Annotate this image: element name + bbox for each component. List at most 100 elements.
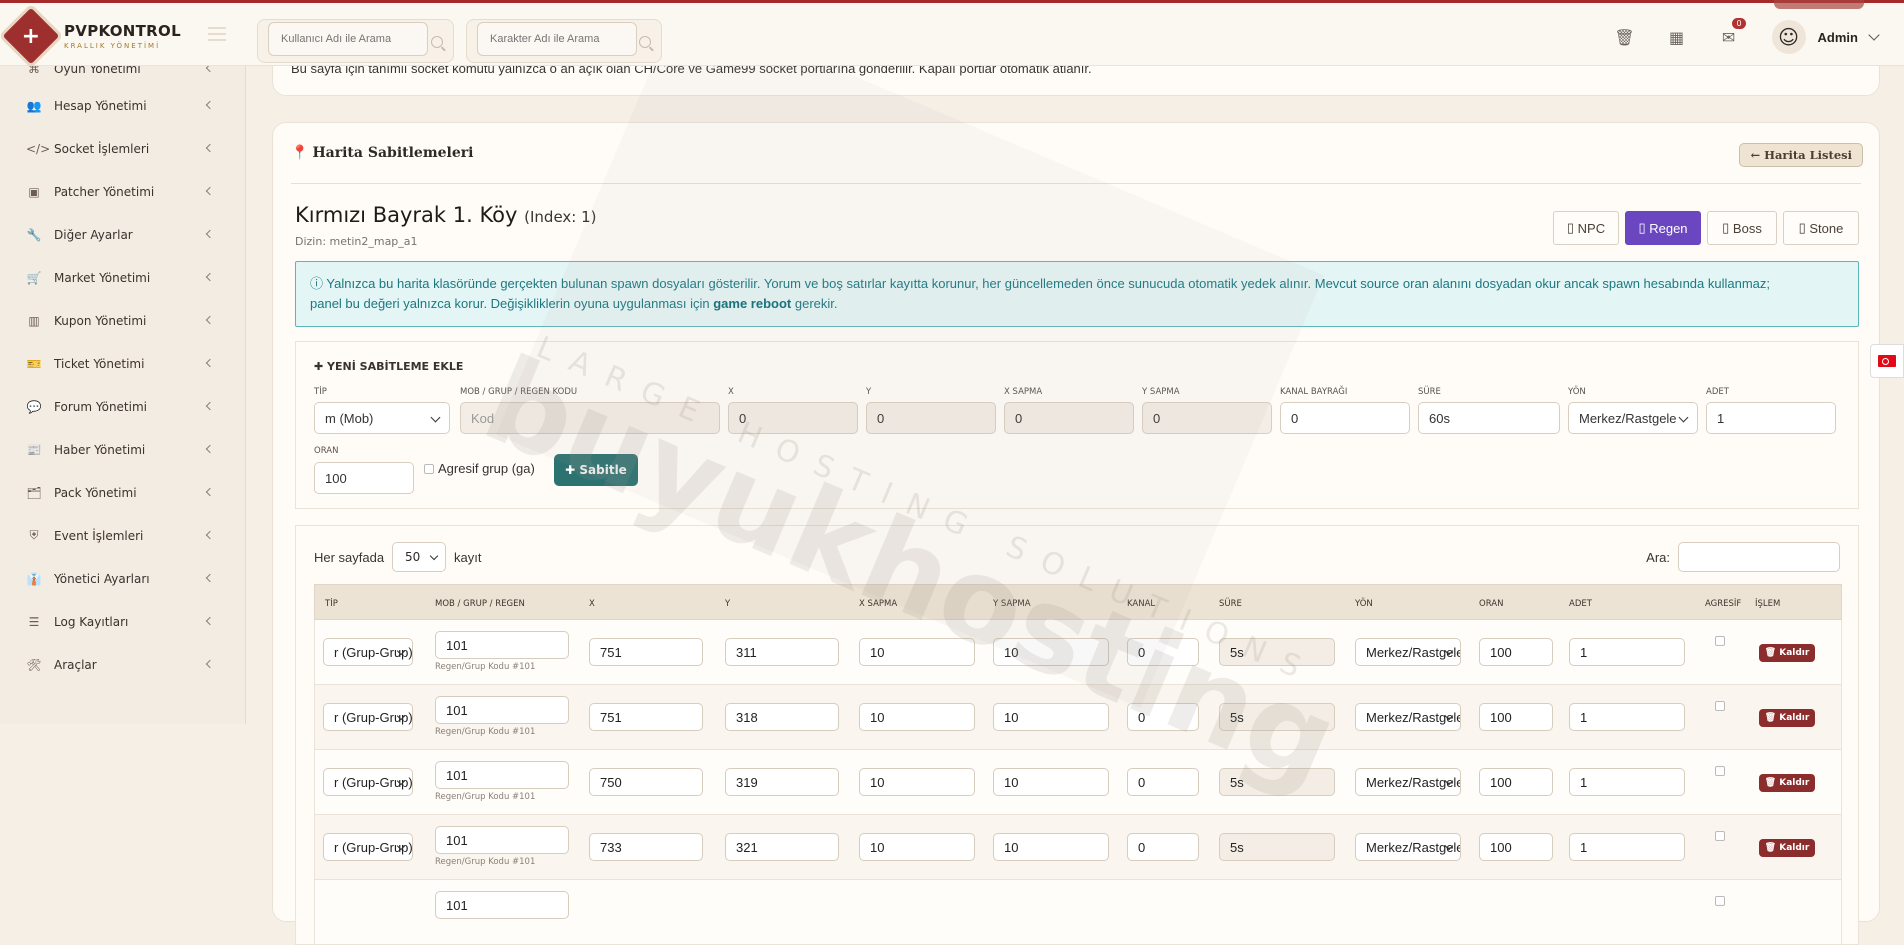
remove-button[interactable]: 🗑 Kaldır [1759, 774, 1815, 792]
tab-stone[interactable]: ▯ Stone [1783, 211, 1859, 245]
row-y-input[interactable]: 318 [725, 703, 839, 731]
language-flag-icon[interactable] [1870, 344, 1904, 378]
row-direction-select[interactable]: Merkez/Rastgele [1355, 833, 1461, 861]
row-code-input[interactable]: 101 [435, 631, 569, 659]
row-aggressive-checkbox[interactable] [1715, 896, 1725, 906]
row-x-input[interactable]: 751 [589, 703, 703, 731]
row-rate-input[interactable]: 100 [1479, 703, 1553, 731]
row-xdev-input[interactable]: 10 [859, 703, 975, 731]
mail-icon[interactable]: ✉ 0 [1710, 18, 1748, 56]
col-xdev[interactable]: X SAPMA [859, 599, 897, 609]
row-code-input[interactable]: 101 [435, 891, 569, 919]
row-channel-input[interactable]: 0 [1127, 638, 1199, 666]
calendar-icon[interactable]: ▦ [1658, 18, 1696, 56]
aggressive-checkbox[interactable] [424, 464, 434, 474]
row-count-input[interactable]: 1 [1569, 768, 1685, 796]
direction-select[interactable]: Merkez/Rastgele [1568, 402, 1698, 434]
type-select[interactable]: m (Mob) [314, 402, 450, 434]
y-deviation-input[interactable]: 0 [1142, 402, 1272, 434]
row-time-input[interactable]: 5s [1219, 638, 1335, 666]
sidebar-item[interactable]: 🛠 Araçlar [0, 643, 245, 686]
per-page-select[interactable]: 50 [392, 542, 446, 572]
row-channel-input[interactable]: 0 [1127, 703, 1199, 731]
sidebar-item[interactable]: 💬 Forum Yönetimi [0, 385, 245, 428]
row-x-input[interactable]: 751 [589, 638, 703, 666]
row-direction-select[interactable]: Merkez/Rastgele [1355, 703, 1461, 731]
x-input[interactable]: 0 [728, 402, 858, 434]
row-x-input[interactable]: 750 [589, 768, 703, 796]
remove-button[interactable]: 🗑 Kaldır [1759, 709, 1815, 727]
row-ydev-input[interactable]: 10 [993, 703, 1109, 731]
trash-icon[interactable]: 🗑 [1606, 18, 1644, 56]
col-code[interactable]: MOB / GRUP / REGEN [435, 599, 525, 609]
channel-input[interactable]: 0 [1280, 402, 1410, 434]
remove-button[interactable]: 🗑 Kaldır [1759, 644, 1815, 662]
row-rate-input[interactable]: 100 [1479, 638, 1553, 666]
sidebar-item[interactable]: 👔 Yönetici Ayarları [0, 557, 245, 600]
sidebar-item[interactable]: 🎫 Ticket Yönetimi [0, 342, 245, 385]
col-rate[interactable]: ORAN [1479, 599, 1503, 609]
sidebar-item[interactable]: 📰 Haber Yönetimi [0, 428, 245, 471]
search-icon[interactable] [639, 36, 651, 48]
sidebar-item[interactable]: ☰ Log Kayıtları [0, 600, 245, 643]
col-action[interactable]: İŞLEM [1755, 599, 1780, 609]
row-time-input[interactable]: 5s [1219, 703, 1335, 731]
row-aggressive-checkbox[interactable] [1715, 636, 1725, 646]
row-count-input[interactable]: 1 [1569, 638, 1685, 666]
row-type-select[interactable]: r (Grup-Grup) [323, 703, 413, 731]
fix-button[interactable]: ✚ Sabitle [554, 454, 638, 486]
col-ydev[interactable]: Y SAPMA [993, 599, 1031, 609]
avatar[interactable]: ☺ [1771, 20, 1806, 54]
row-count-input[interactable]: 1 [1569, 833, 1685, 861]
row-channel-input[interactable]: 0 [1127, 833, 1199, 861]
row-time-input[interactable]: 5s [1219, 833, 1335, 861]
tab-regen[interactable]: ▯ Regen [1625, 211, 1701, 245]
time-input[interactable]: 60s [1418, 402, 1560, 434]
brand[interactable]: + PVPKONTROL KRALLIK YÖNETİMİ [0, 3, 181, 69]
row-code-input[interactable]: 101 [435, 761, 569, 789]
menu-toggle-icon[interactable] [208, 27, 226, 41]
chevron-down-icon[interactable] [1868, 29, 1880, 41]
row-aggressive-checkbox[interactable] [1715, 831, 1725, 841]
col-count[interactable]: ADET [1569, 599, 1592, 609]
row-code-input[interactable]: 101 [435, 826, 569, 854]
row-count-input[interactable]: 1 [1569, 703, 1685, 731]
row-direction-select[interactable]: Merkez/Rastgele [1355, 638, 1461, 666]
remove-button[interactable]: 🗑 Kaldır [1759, 839, 1815, 857]
row-xdev-input[interactable]: 10 [859, 768, 975, 796]
row-time-input[interactable]: 5s [1219, 768, 1335, 796]
row-rate-input[interactable]: 100 [1479, 768, 1553, 796]
x-deviation-input[interactable]: 0 [1004, 402, 1134, 434]
code-input[interactable]: Kod [460, 402, 720, 434]
row-y-input[interactable]: 311 [725, 638, 839, 666]
sidebar-item[interactable]: 👥 Hesap Yönetimi [0, 84, 245, 127]
row-rate-input[interactable]: 100 [1479, 833, 1553, 861]
character-search-input[interactable] [477, 22, 637, 56]
row-xdev-input[interactable]: 10 [859, 833, 975, 861]
user-name[interactable]: Admin [1818, 30, 1858, 45]
row-direction-select[interactable]: Merkez/Rastgele [1355, 768, 1461, 796]
row-ydev-input[interactable]: 10 [993, 638, 1109, 666]
col-time[interactable]: SÜRE [1219, 599, 1242, 609]
col-y[interactable]: Y [725, 599, 730, 609]
sidebar-item[interactable]: 🛒 Market Yönetimi [0, 256, 245, 299]
row-type-select[interactable]: r (Grup-Grup) [323, 638, 413, 666]
row-ydev-input[interactable]: 10 [993, 768, 1109, 796]
col-aggressive[interactable]: AGRESİF [1705, 599, 1741, 609]
tab-npc[interactable]: ▯ NPC [1553, 211, 1619, 245]
col-direction[interactable]: YÖN [1355, 599, 1373, 609]
row-ydev-input[interactable]: 10 [993, 833, 1109, 861]
col-channel[interactable]: KANAL [1127, 599, 1155, 609]
row-x-input[interactable]: 733 [589, 833, 703, 861]
row-type-select[interactable]: r (Grup-Grup) [323, 833, 413, 861]
y-input[interactable]: 0 [866, 402, 996, 434]
col-x[interactable]: X [589, 599, 595, 609]
tab-boss[interactable]: ▯ Boss [1707, 211, 1777, 245]
row-channel-input[interactable]: 0 [1127, 768, 1199, 796]
count-input[interactable]: 1 [1706, 402, 1836, 434]
row-y-input[interactable]: 321 [725, 833, 839, 861]
row-code-input[interactable]: 101 [435, 696, 569, 724]
row-aggressive-checkbox[interactable] [1715, 701, 1725, 711]
rate-input[interactable]: 100 [314, 462, 414, 494]
row-aggressive-checkbox[interactable] [1715, 766, 1725, 776]
